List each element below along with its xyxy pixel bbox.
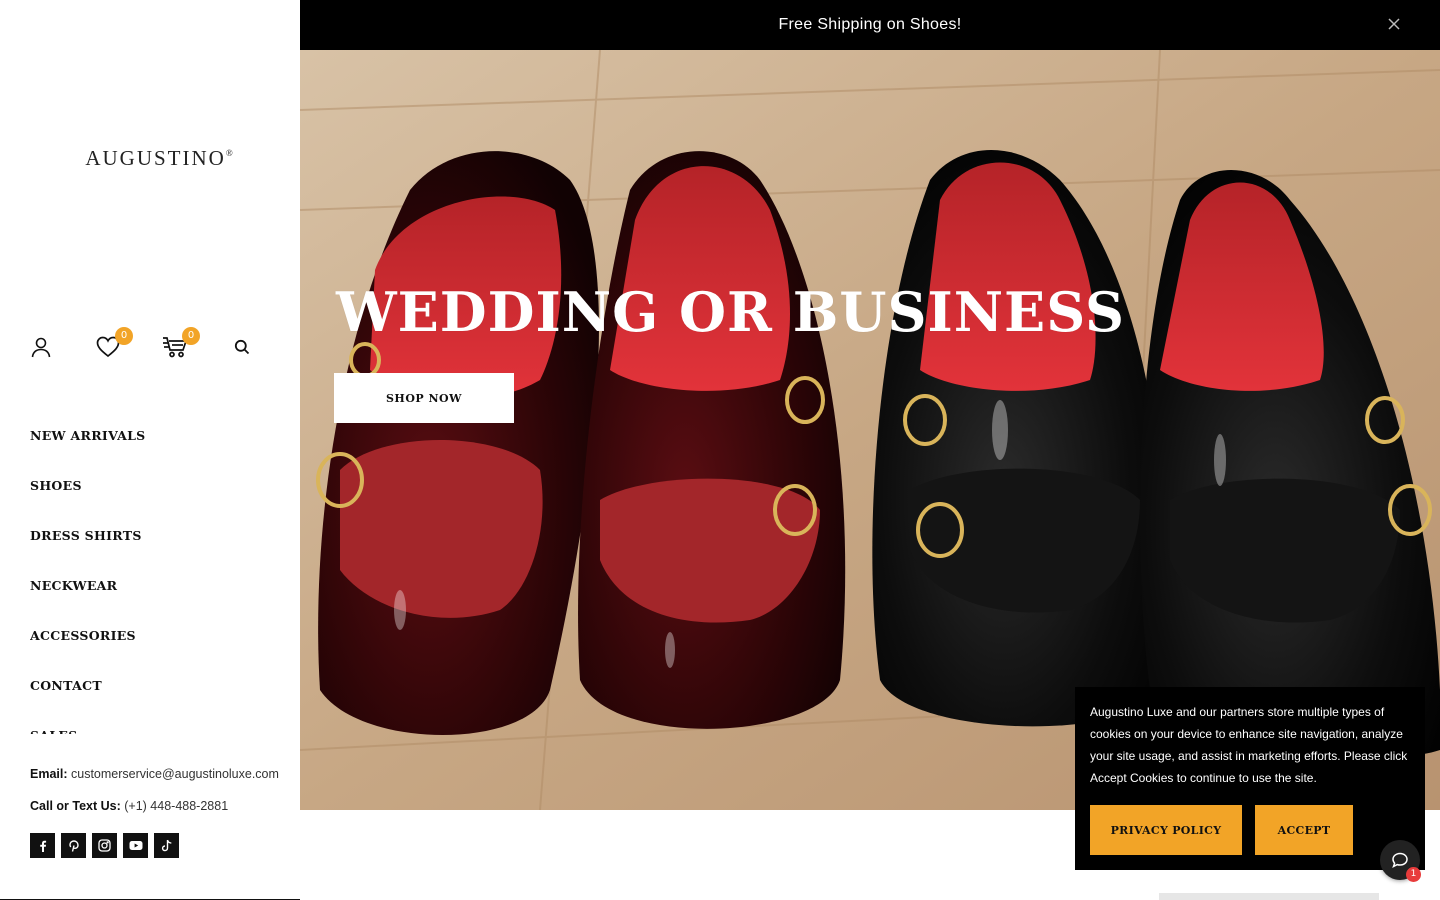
- youtube-icon: [129, 841, 142, 850]
- email-label: Email:: [30, 767, 68, 781]
- social-links: [30, 833, 179, 858]
- contact-phone-row: Call or Text Us: (+1) 448-488-2881: [30, 796, 279, 828]
- phone-label: Call or Text Us:: [30, 799, 121, 813]
- search-icon: [234, 339, 250, 355]
- nav-item-neckwear[interactable]: NECKWEAR: [30, 568, 280, 618]
- brand-name: AUGUSTINO: [85, 146, 226, 170]
- cookie-banner: Augustino Luxe and our partners store mu…: [1075, 687, 1425, 870]
- tiktok-link[interactable]: [154, 833, 179, 858]
- facebook-icon: [39, 840, 46, 852]
- nav-item-shoes[interactable]: SHOES: [30, 468, 280, 518]
- wishlist-button[interactable]: 0: [91, 327, 133, 364]
- cookie-message: Augustino Luxe and our partners store mu…: [1090, 705, 1408, 785]
- nav-item-contact[interactable]: CONTACT: [30, 668, 280, 718]
- instagram-link[interactable]: [92, 833, 117, 858]
- shop-now-button[interactable]: SHOP NOW: [334, 373, 514, 423]
- cart-count-badge: 0: [182, 327, 200, 345]
- close-icon: [1388, 18, 1400, 30]
- instagram-icon: [98, 839, 111, 852]
- brand-logo[interactable]: AUGUSTINO®: [0, 146, 300, 171]
- user-icon: [31, 337, 51, 358]
- phone-link[interactable]: (+1) 448-488-2881: [124, 799, 228, 813]
- pinterest-icon: [68, 839, 79, 852]
- account-button[interactable]: [24, 330, 58, 364]
- announcement-close-button[interactable]: [1384, 14, 1404, 34]
- tiktok-icon: [161, 839, 171, 852]
- facebook-link[interactable]: [30, 833, 55, 858]
- product-image-preview: [1159, 893, 1379, 900]
- announcement-bar: Free Shipping on Shoes!: [300, 0, 1440, 50]
- header-icons: 0 0: [0, 327, 300, 364]
- accept-cookies-button[interactable]: ACCEPT: [1255, 805, 1353, 855]
- sidebar: AUGUSTINO® 0 0 NEW ARRIVALS SHOES DRESS …: [0, 0, 300, 900]
- contact-email-row: Email: customerservice@augustinoluxe.com: [30, 764, 279, 796]
- pinterest-link[interactable]: [61, 833, 86, 858]
- chat-notification-badge: 1: [1406, 867, 1421, 882]
- youtube-link[interactable]: [123, 833, 148, 858]
- wishlist-count-badge: 0: [115, 327, 133, 345]
- email-link[interactable]: customerservice@augustinoluxe.com: [71, 767, 279, 781]
- nav-item-dress-shirts[interactable]: DRESS SHIRTS: [30, 518, 280, 568]
- nav-item-new-arrivals[interactable]: NEW ARRIVALS: [30, 418, 280, 468]
- search-button[interactable]: [225, 330, 259, 364]
- announcement-text: Free Shipping on Shoes!: [778, 16, 962, 33]
- main-navigation: NEW ARRIVALS SHOES DRESS SHIRTS NECKWEAR…: [30, 418, 280, 734]
- privacy-policy-button[interactable]: PRIVACY POLICY: [1090, 805, 1242, 855]
- nav-item-sales[interactable]: SALES: [30, 718, 280, 734]
- hero-title: WEDDING OR BUSINESS: [336, 280, 1126, 344]
- nav-item-accessories[interactable]: ACCESSORIES: [30, 618, 280, 668]
- cart-button[interactable]: 0: [158, 327, 200, 364]
- contact-info: Email: customerservice@augustinoluxe.com…: [30, 764, 279, 828]
- chat-icon: [1392, 852, 1408, 869]
- brand-registered-mark: ®: [225, 148, 233, 158]
